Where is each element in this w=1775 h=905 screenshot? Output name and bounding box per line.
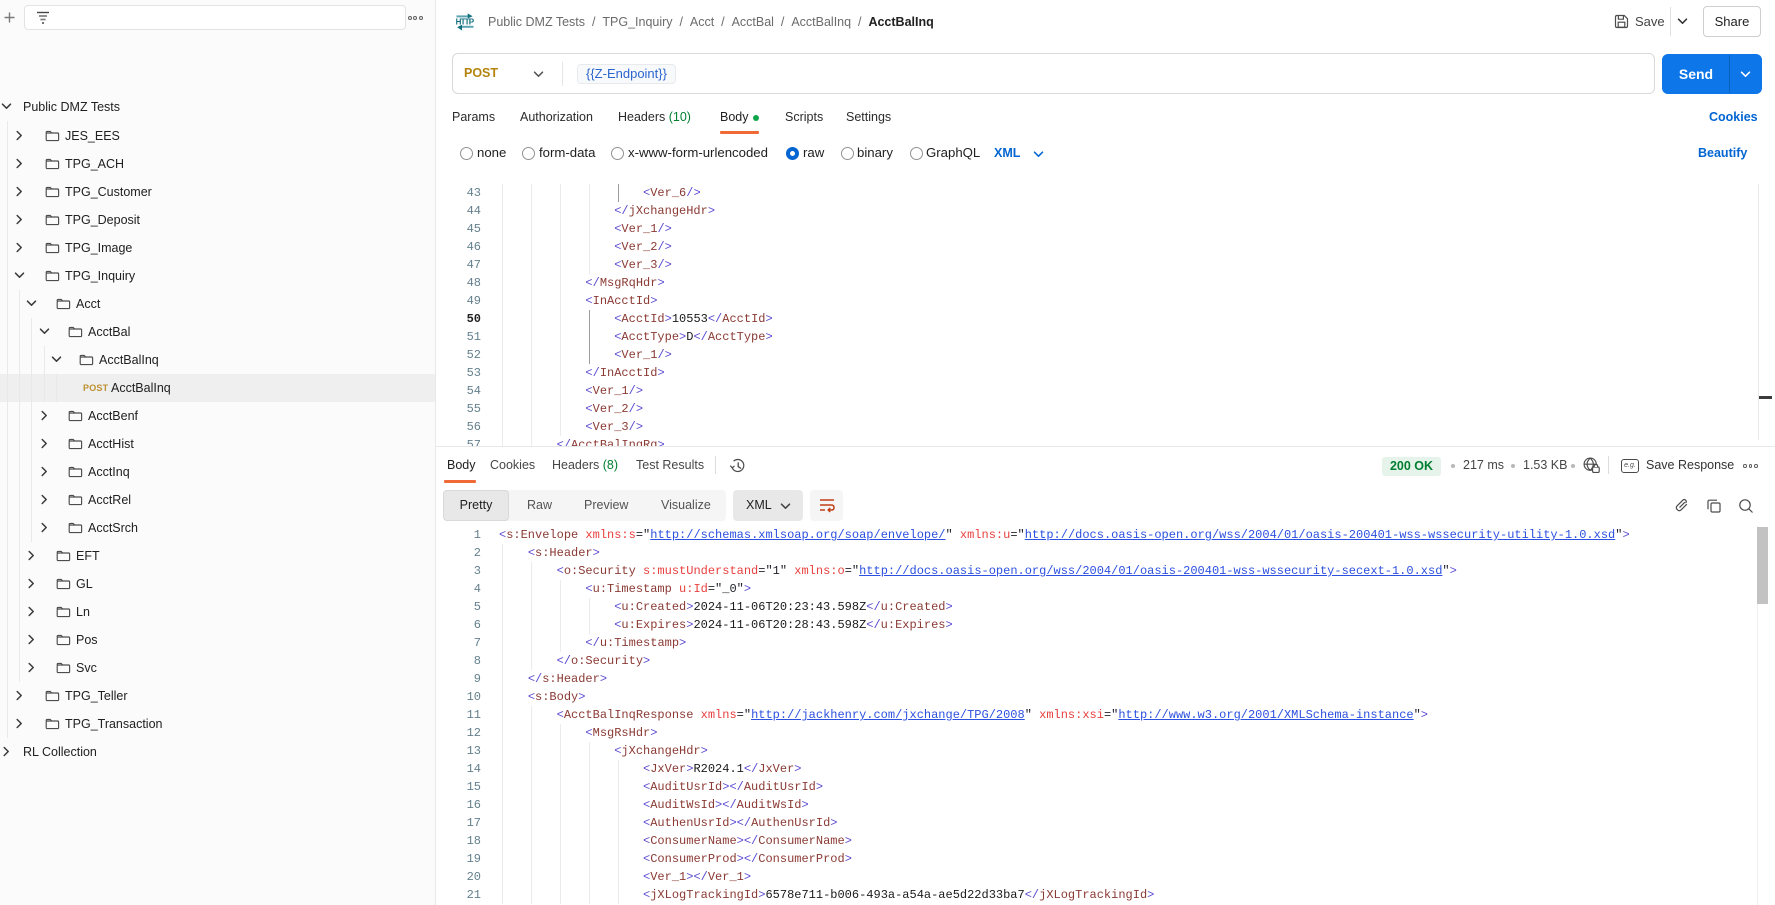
svg-text:HTTP: HTTP — [456, 18, 475, 27]
